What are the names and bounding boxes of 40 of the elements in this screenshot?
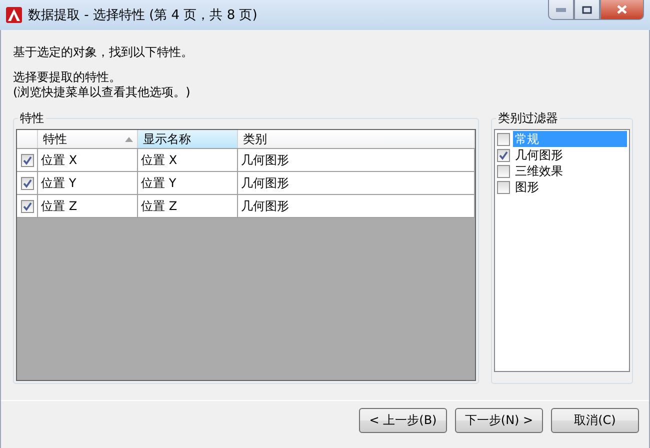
category-checkbox[interactable] <box>497 180 510 194</box>
close-button[interactable] <box>600 0 644 20</box>
window-title: 数据提取 - 选择特性 (第 4 页，共 8 页) <box>28 7 258 24</box>
group-title: 特性 <box>19 110 45 127</box>
close-icon <box>617 5 627 14</box>
table-cell: 位置 Z <box>138 195 238 217</box>
row-checkbox[interactable] <box>20 154 34 166</box>
table-cell: 几何图形 <box>238 172 475 194</box>
wizard-button[interactable]: 下一步(N) > <box>455 408 543 433</box>
column-header[interactable]: 特性 <box>38 130 138 148</box>
category-checkbox[interactable] <box>497 132 510 146</box>
app-logo-icon <box>6 7 22 23</box>
table-cell: 几何图形 <box>238 195 475 217</box>
table-cell: 位置 X <box>138 149 238 171</box>
table-cell: 位置 X <box>38 149 138 171</box>
column-header[interactable]: 类别 <box>238 130 475 148</box>
group-title: 类别过滤器 <box>497 110 559 127</box>
row-checkbox[interactable] <box>20 200 34 212</box>
category-checkbox[interactable] <box>497 148 510 162</box>
minimize-icon <box>556 8 566 12</box>
category-item[interactable]: 图形 <box>513 179 539 195</box>
column-label: 类别 <box>243 130 267 148</box>
intro-text: 基于选定的对象，找到以下特性。 <box>13 45 194 60</box>
category-checkbox[interactable] <box>497 164 510 178</box>
column-label: 特性 <box>43 130 67 148</box>
table-cell: 位置 Y <box>38 172 138 194</box>
maximize-icon <box>582 6 592 14</box>
maximize-button[interactable] <box>574 0 600 20</box>
row-checkbox[interactable] <box>20 176 34 190</box>
wizard-button[interactable]: < 上一步(B) <box>359 408 447 433</box>
table-cell: 几何图形 <box>238 149 475 171</box>
column-header[interactable]: 显示名称 <box>138 130 238 148</box>
column-label: 显示名称 <box>143 130 191 148</box>
table-cell: 位置 Z <box>38 195 138 217</box>
table-cell: 位置 Y <box>138 172 238 194</box>
instruction-text: 选择要提取的特性。 <box>13 70 122 85</box>
wizard-button[interactable]: 取消(C) <box>551 408 639 433</box>
category-item[interactable]: 三维效果 <box>513 163 563 179</box>
hint-text: (浏览快捷菜单以查看其他选项。) <box>13 85 192 100</box>
category-item[interactable]: 几何图形 <box>513 147 563 163</box>
